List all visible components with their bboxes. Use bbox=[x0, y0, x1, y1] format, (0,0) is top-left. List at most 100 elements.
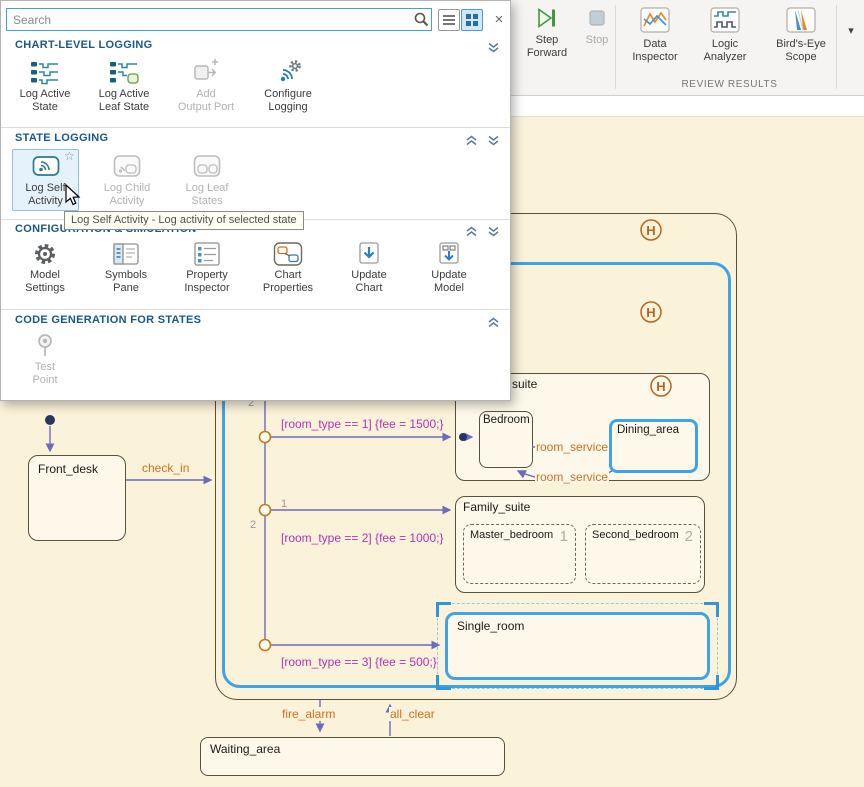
review-results-section-label: REVIEW RESULTS bbox=[681, 79, 778, 90]
button-label: Activity bbox=[28, 195, 63, 207]
test-point-button: Test Point bbox=[6, 331, 84, 393]
button-label: Model bbox=[434, 282, 464, 294]
grid-view-icon bbox=[466, 14, 478, 26]
update-chart-icon bbox=[359, 242, 379, 264]
logic-analyzer-label: Analyzer bbox=[703, 51, 747, 63]
parallel-order-number: 2 bbox=[684, 528, 693, 545]
button-label: Properties bbox=[262, 282, 314, 294]
selection-handle[interactable] bbox=[436, 675, 451, 690]
symbols-pane-button[interactable]: Symbols Pane bbox=[87, 241, 165, 303]
data-inspector-label: Inspector bbox=[632, 51, 678, 63]
section-collapse-button[interactable] bbox=[465, 133, 479, 146]
section-expand-button[interactable] bbox=[487, 40, 501, 53]
chevron-down-icon: ▾ bbox=[848, 25, 854, 37]
log-child-activity-button: Log Child Activity bbox=[88, 152, 166, 214]
review-results-dropdown[interactable]: ▾ bbox=[840, 24, 862, 37]
search-icon bbox=[414, 12, 429, 27]
step-forward-label: Step bbox=[535, 34, 559, 46]
selection-rectangle bbox=[436, 602, 719, 690]
chart-properties-icon bbox=[273, 242, 303, 266]
log-active-leaf-state-button[interactable]: Log Active Leaf State bbox=[85, 58, 163, 120]
stop-icon bbox=[589, 10, 605, 26]
tooltip: Log Self Activity - Log activity of sele… bbox=[64, 211, 304, 230]
section-collapse-button[interactable] bbox=[487, 315, 501, 328]
birds-eye-scope-button[interactable]: Bird's-Eye Scope bbox=[763, 5, 839, 64]
state-family-suite[interactable]: Family_suite Master_bedroom 1 Second_bed… bbox=[455, 496, 705, 593]
step-forward-icon bbox=[538, 7, 555, 29]
gear-icon bbox=[35, 244, 55, 264]
state-second-bedroom[interactable]: Second_bedroom 2 bbox=[585, 524, 701, 584]
state-master-bedroom[interactable]: Master_bedroom 1 bbox=[463, 524, 576, 584]
button-label: Activity bbox=[109, 195, 145, 207]
property-inspector-button[interactable]: Property Inspector bbox=[168, 241, 246, 303]
state-label-family: Family_suite bbox=[463, 500, 531, 514]
log-self-activity-icon bbox=[32, 156, 59, 176]
close-button[interactable]: × bbox=[489, 8, 509, 30]
document-bar bbox=[511, 96, 864, 117]
grid-view-button[interactable] bbox=[461, 9, 483, 31]
add-output-port-icon bbox=[194, 59, 218, 80]
transition-label-fire-alarm[interactable]: fire_alarm bbox=[281, 707, 337, 721]
section-title-chart-level-logging: CHART-LEVEL LOGGING bbox=[15, 39, 153, 51]
toolstrip: Step Forward Stop Data Inspector Logic A… bbox=[511, 0, 864, 96]
step-forward-label: Forward bbox=[526, 47, 568, 59]
button-label: Point bbox=[32, 374, 58, 386]
state-label-second: Second_bedroom bbox=[592, 529, 679, 541]
list-view-button[interactable] bbox=[438, 9, 460, 31]
transition-label-check-in[interactable]: check_in bbox=[142, 461, 189, 475]
button-label: Model bbox=[30, 269, 60, 281]
chevron-double-down-icon bbox=[488, 42, 499, 53]
state-bedroom[interactable]: Bedroom bbox=[479, 411, 533, 468]
transition-label-all-clear[interactable]: all_clear bbox=[389, 707, 436, 721]
button-label: Update bbox=[351, 269, 387, 281]
toolbar-separator bbox=[836, 5, 837, 89]
stop-label: Stop bbox=[585, 34, 609, 46]
birds-eye-scope-label: Bird's-Eye bbox=[776, 38, 826, 50]
favorite-star-icon[interactable]: ☆ bbox=[64, 149, 75, 163]
state-label-master: Master_bedroom bbox=[470, 529, 554, 541]
data-inspector-label: Data bbox=[643, 38, 667, 50]
state-dining-area[interactable]: Dining_area bbox=[609, 419, 698, 473]
search-input[interactable] bbox=[6, 8, 432, 31]
button-label: Chart bbox=[274, 269, 302, 281]
parallel-order-number: 1 bbox=[559, 528, 568, 545]
selection-handle[interactable] bbox=[704, 675, 719, 690]
transition-label-room-service-top[interactable]: room_service bbox=[535, 440, 610, 454]
section-collapse-button[interactable] bbox=[465, 224, 479, 237]
chart-properties-button[interactable]: Chart Properties bbox=[249, 241, 327, 303]
condition-label-room-type-3[interactable]: [room_type == 3] {fee = 500;} bbox=[281, 655, 437, 669]
update-model-button[interactable]: Update Model bbox=[410, 241, 488, 303]
state-label-suite: suite bbox=[512, 377, 538, 391]
logic-analyzer-button[interactable]: Logic Analyzer bbox=[693, 5, 757, 64]
condition-label-room-type-1[interactable]: [room_type == 1] {fee = 1500;} bbox=[281, 417, 443, 431]
transition-label-room-service-bottom[interactable]: room_service bbox=[535, 470, 610, 484]
button-label: Property bbox=[186, 269, 228, 281]
log-child-activity-icon bbox=[113, 155, 141, 177]
button-label: State bbox=[32, 101, 58, 113]
button-label: Update bbox=[431, 269, 467, 281]
property-inspector-icon bbox=[194, 242, 220, 266]
selection-handle[interactable] bbox=[436, 602, 451, 617]
state-label-dining: Dining_area bbox=[617, 424, 680, 436]
button-label: Test bbox=[34, 361, 56, 373]
section-expand-button[interactable] bbox=[487, 133, 501, 146]
button-label: Log Child bbox=[103, 182, 151, 194]
configure-logging-button[interactable]: Configure Logging bbox=[249, 58, 327, 120]
state-waiting-area[interactable]: Waiting_area bbox=[200, 737, 505, 776]
condition-label-room-type-2[interactable]: [room_type == 2] {fee = 1000;} bbox=[281, 531, 443, 545]
section-expand-button[interactable] bbox=[487, 224, 501, 237]
button-label: Log Leaf bbox=[185, 182, 229, 194]
update-chart-button[interactable]: Update Chart bbox=[330, 241, 408, 303]
button-label: Chart bbox=[355, 282, 383, 294]
chevron-double-down-icon bbox=[488, 135, 499, 146]
section-title-state-logging: STATE LOGGING bbox=[15, 132, 109, 144]
button-label: Settings bbox=[25, 282, 65, 294]
model-settings-button[interactable]: Model Settings bbox=[6, 241, 84, 303]
button-label: Logging bbox=[268, 101, 308, 113]
chevron-double-up-icon bbox=[466, 135, 477, 146]
log-active-state-button[interactable]: Log Active State bbox=[6, 58, 84, 120]
selection-handle[interactable] bbox=[704, 602, 719, 617]
data-inspector-button[interactable]: Data Inspector bbox=[623, 5, 687, 64]
step-forward-button[interactable]: Step Forward bbox=[520, 5, 574, 60]
state-front-desk[interactable]: Front_desk bbox=[28, 455, 126, 541]
